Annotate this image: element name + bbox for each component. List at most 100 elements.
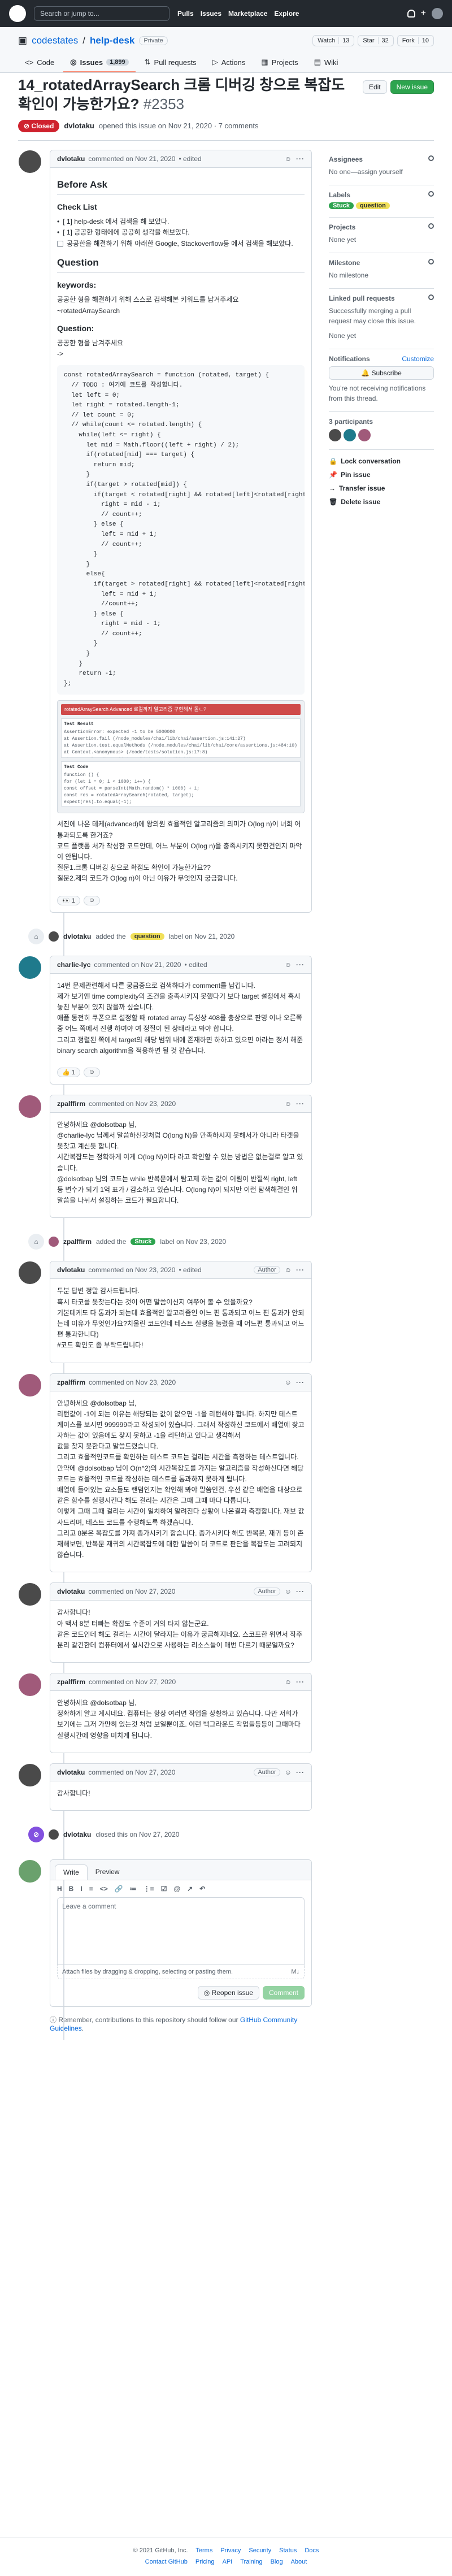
toolbar-button[interactable]: ↗ xyxy=(187,1885,193,1893)
kebab-icon[interactable]: ··· xyxy=(296,1100,305,1108)
customize-link[interactable]: Customize xyxy=(402,355,434,363)
sidebar-heading[interactable]: Linked pull requests xyxy=(329,294,434,302)
kebab-icon[interactable]: ··· xyxy=(296,1588,305,1595)
toolbar-button[interactable]: ☑ xyxy=(161,1885,167,1893)
gear-icon[interactable] xyxy=(428,190,434,197)
toolbar-button[interactable]: ≡ xyxy=(89,1885,93,1893)
event-actor[interactable]: dvlotaku xyxy=(63,1831,91,1838)
smiley-icon[interactable]: ☺ xyxy=(285,1678,292,1686)
pin-issue-button[interactable]: 📌 Pin issue xyxy=(329,468,434,482)
avatar[interactable] xyxy=(19,1763,41,1786)
repo-owner-link[interactable]: codestates xyxy=(32,35,78,46)
avatar[interactable] xyxy=(329,428,341,441)
search-input[interactable]: Search or jump to... xyxy=(34,6,169,21)
footer-link[interactable]: Security xyxy=(249,2547,271,2554)
star-button[interactable]: Star 32 xyxy=(358,35,394,46)
label-stuck[interactable]: Stuck xyxy=(131,1238,156,1246)
footer-link[interactable]: Terms xyxy=(195,2547,212,2554)
tab-issues[interactable]: ◎ Issues 1,899 xyxy=(63,53,136,72)
add-reaction-button[interactable]: ☺ xyxy=(83,1067,101,1077)
subscribe-button[interactable]: 🔔 Subscribe xyxy=(329,366,434,380)
gear-icon[interactable] xyxy=(428,155,434,161)
avatar[interactable] xyxy=(432,8,443,19)
comment-author[interactable]: dvlotaku xyxy=(57,1588,85,1595)
lock-conversation-button[interactable]: 🔒 Lock conversation xyxy=(329,454,434,468)
reopen-issue-button[interactable]: ◎ Reopen issue xyxy=(197,1986,259,2000)
gear-icon[interactable] xyxy=(428,223,434,229)
toolbar-button[interactable]: @ xyxy=(173,1885,180,1893)
issue-author[interactable]: dvlotaku xyxy=(64,122,94,130)
add-reaction-button[interactable]: ☺ xyxy=(83,895,101,905)
avatar[interactable] xyxy=(19,1373,41,1397)
comment-author[interactable]: dvlotaku xyxy=(57,155,85,163)
toolbar-button[interactable]: ↶ xyxy=(199,1885,205,1893)
tab-write[interactable]: Write xyxy=(55,1864,88,1880)
smiley-icon[interactable]: ☺ xyxy=(285,1266,292,1274)
nav-explore[interactable]: Explore xyxy=(274,10,299,18)
avatar[interactable] xyxy=(344,428,356,441)
avatar[interactable] xyxy=(19,1583,41,1606)
avatar[interactable] xyxy=(19,1095,41,1118)
star-count[interactable]: 32 xyxy=(377,37,389,44)
nav-pulls[interactable]: Pulls xyxy=(177,10,194,18)
tab-code[interactable]: <> Code xyxy=(18,53,61,72)
sidebar-heading[interactable]: Projects xyxy=(329,223,434,231)
repo-name-link[interactable]: help-desk xyxy=(90,35,134,46)
toolbar-button[interactable]: I xyxy=(80,1885,82,1893)
sidebar-heading[interactable]: Assignees xyxy=(329,155,434,163)
avatar[interactable] xyxy=(19,1261,41,1285)
event-actor[interactable]: zpalffirm xyxy=(63,1238,92,1246)
footer-link[interactable]: Blog xyxy=(271,2558,283,2565)
delete-issue-button[interactable]: 🗑 Delete issue xyxy=(329,495,434,509)
smiley-icon[interactable]: ☺ xyxy=(285,1100,292,1108)
comment-textarea[interactable]: Leave a comment xyxy=(57,1897,305,1966)
markdown-icon[interactable]: M↓ xyxy=(291,1968,299,1975)
event-actor[interactable]: dvlotaku xyxy=(63,933,91,940)
avatar[interactable] xyxy=(49,1829,59,1840)
toolbar-button[interactable]: ⋮≡ xyxy=(144,1885,154,1893)
label-stuck[interactable]: Stuck xyxy=(329,202,354,209)
avatar[interactable] xyxy=(19,1860,41,1883)
toolbar-button[interactable]: 🔗 xyxy=(115,1885,123,1893)
comment-button[interactable]: Comment xyxy=(262,1986,305,2000)
avatar[interactable] xyxy=(19,956,41,979)
reaction-pill[interactable]: 👍 1 xyxy=(57,1067,80,1077)
avatar[interactable] xyxy=(49,931,59,942)
tab-actions[interactable]: ▷ Actions xyxy=(206,53,253,72)
smiley-icon[interactable]: ☺ xyxy=(285,1588,292,1595)
fork-button[interactable]: Fork 10 xyxy=(397,35,434,46)
edited-indicator[interactable]: • edited xyxy=(179,1266,201,1274)
toolbar-button[interactable]: <> xyxy=(100,1885,108,1893)
smiley-icon[interactable]: ☺ xyxy=(285,1768,292,1776)
edited-indicator[interactable]: • edited xyxy=(184,961,207,969)
new-issue-button[interactable]: New issue xyxy=(390,80,434,94)
sidebar-heading[interactable]: Labels xyxy=(329,190,434,199)
avatar[interactable] xyxy=(358,428,371,441)
nav-marketplace[interactable]: Marketplace xyxy=(228,10,267,18)
fork-count[interactable]: 10 xyxy=(418,37,429,44)
toolbar-button[interactable]: B xyxy=(69,1885,74,1893)
comment-author[interactable]: dvlotaku xyxy=(57,1266,85,1274)
toolbar-button[interactable]: ≔ xyxy=(130,1885,137,1893)
footer-link[interactable]: Pricing xyxy=(195,2558,215,2565)
watch-count[interactable]: 13 xyxy=(338,37,349,44)
reaction-pill[interactable]: 👀 1 xyxy=(57,895,80,905)
kebab-icon[interactable]: ··· xyxy=(296,155,305,163)
transfer-issue-button[interactable]: → Transfer issue xyxy=(329,482,434,495)
tab-preview[interactable]: Preview xyxy=(88,1864,128,1880)
nav-issues[interactable]: Issues xyxy=(201,10,221,18)
comment-author[interactable]: zpalffirm xyxy=(57,1378,85,1386)
checkbox[interactable] xyxy=(57,240,63,247)
footer-link[interactable]: Docs xyxy=(305,2547,319,2554)
tab-projects[interactable]: ▦ Projects xyxy=(254,53,305,72)
footer-link[interactable]: Privacy xyxy=(220,2547,241,2554)
tab-wiki[interactable]: ▤ Wiki xyxy=(307,53,345,72)
footer-link[interactable]: Status xyxy=(279,2547,297,2554)
edited-indicator[interactable]: • edited xyxy=(179,155,201,163)
assignees-value[interactable]: No one—assign yourself xyxy=(329,167,434,177)
github-logo-icon[interactable] xyxy=(9,5,26,22)
smiley-icon[interactable]: ☺ xyxy=(285,155,292,163)
sidebar-heading[interactable]: Milestone xyxy=(329,258,434,267)
edit-button[interactable]: Edit xyxy=(362,80,387,94)
footer-link[interactable]: API xyxy=(222,2558,232,2565)
